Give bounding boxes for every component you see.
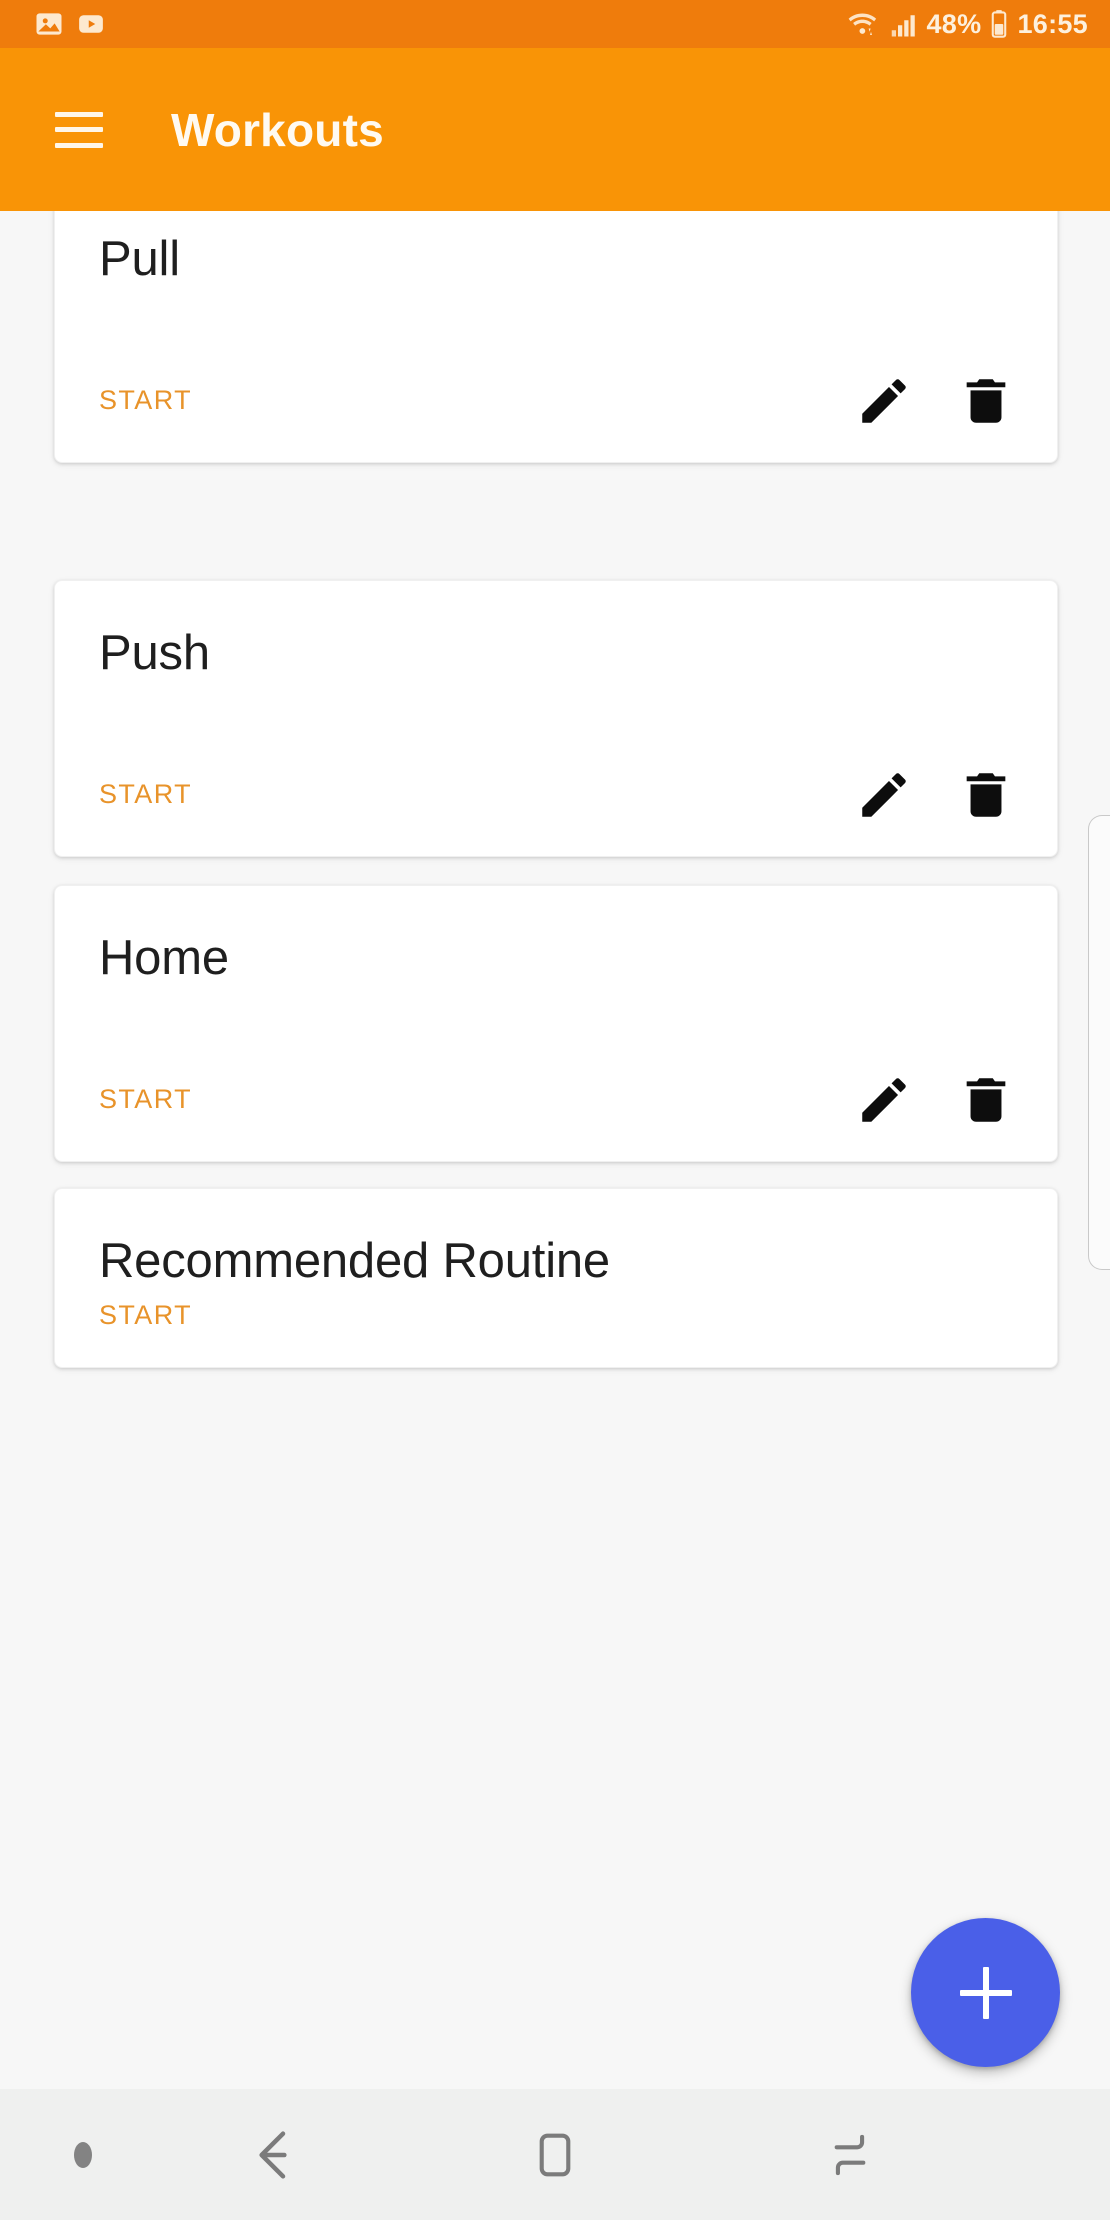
card-actions (853, 370, 1017, 432)
youtube-icon (79, 15, 103, 33)
signal-bars-icon (892, 15, 916, 37)
app-bar: Workouts (0, 48, 1110, 211)
trash-icon (966, 773, 1006, 817)
pencil-icon (862, 1078, 906, 1122)
workout-title: Home (99, 931, 229, 985)
clock-label: 16:55 (1017, 8, 1088, 39)
hamburger-menu-icon[interactable] (55, 111, 103, 148)
card-actions (853, 764, 1017, 826)
system-navigation-bar (0, 2089, 1110, 2220)
wifi-icon (849, 13, 877, 35)
workout-card[interactable]: Pull START (54, 211, 1058, 463)
delete-button[interactable] (955, 1069, 1017, 1131)
card-actions (853, 1069, 1017, 1131)
workout-title: Push (99, 626, 210, 680)
workout-card[interactable]: Recommended Routine START (54, 1188, 1058, 1368)
back-icon (259, 2130, 287, 2179)
status-bar-system-icons: 48% 16:55 (846, 9, 1088, 39)
back-button[interactable] (215, 2120, 335, 2190)
recents-icon (834, 2134, 866, 2175)
phone-screen: 48% 16:55 Workouts Pull START Push START… (0, 0, 1110, 2220)
status-bar: 48% 16:55 (0, 0, 1110, 48)
start-button[interactable]: START (99, 1086, 192, 1113)
trash-icon (966, 379, 1006, 423)
pencil-icon (862, 379, 906, 423)
gallery-icon (36, 13, 62, 35)
delete-button[interactable] (955, 764, 1017, 826)
workout-list: Pull START Push START Home START Recomme… (0, 211, 1110, 2089)
page-title: Workouts (171, 103, 384, 156)
delete-button[interactable] (955, 370, 1017, 432)
edit-button[interactable] (853, 764, 915, 826)
battery-percent-label: 48% (926, 8, 982, 39)
pencil-icon (862, 773, 906, 817)
edge-panel-handle[interactable] (1088, 815, 1110, 1270)
start-button[interactable]: START (99, 781, 192, 808)
workout-card[interactable]: Home START (54, 885, 1058, 1162)
start-button[interactable]: START (99, 1302, 192, 1329)
start-button[interactable]: START (99, 387, 192, 414)
recents-button[interactable] (790, 2120, 910, 2190)
nav-dot-indicator (74, 2141, 92, 2168)
workout-title: Recommended Routine (99, 1234, 610, 1288)
battery-icon (992, 10, 1007, 38)
home-icon (539, 2133, 571, 2176)
trash-icon (966, 1078, 1006, 1122)
edit-button[interactable] (853, 370, 915, 432)
edit-button[interactable] (853, 1069, 915, 1131)
home-button[interactable] (495, 2120, 615, 2190)
workout-title: Pull (99, 232, 180, 286)
workout-card[interactable]: Push START (54, 580, 1058, 857)
add-workout-fab[interactable] (911, 1918, 1060, 2067)
plus-icon (959, 1966, 1012, 2019)
status-bar-notification-icons (34, 9, 106, 39)
